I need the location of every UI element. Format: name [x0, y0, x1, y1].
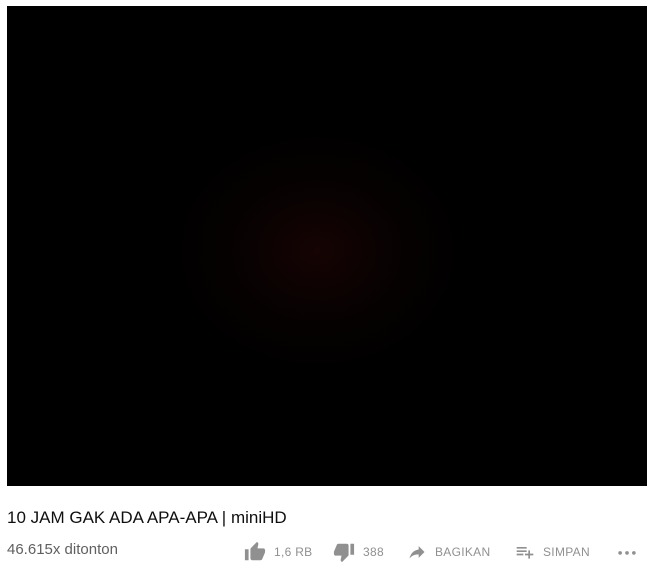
video-title: 10 JAM GAK ADA APA-APA | miniHD [7, 508, 287, 527]
thumb-down-icon [333, 541, 355, 563]
view-count: 46.615x ditonton [7, 541, 118, 558]
dislike-count: 388 [363, 545, 384, 559]
video-frame-content [167, 126, 467, 376]
like-count: 1,6 RB [274, 545, 313, 559]
share-button[interactable]: BAGIKAN [407, 540, 490, 564]
like-button[interactable]: 1,6 RB [244, 540, 313, 564]
playlist-add-icon [515, 542, 535, 562]
share-label: BAGIKAN [435, 545, 491, 559]
video-info-bar: 46.615x ditonton 1,6 RB 388 BAGIKAN SIMP… [7, 540, 647, 564]
dislike-button[interactable]: 388 [333, 540, 384, 564]
share-arrow-icon [407, 542, 427, 562]
thumb-up-icon [244, 541, 266, 563]
more-horizontal-icon [616, 541, 638, 563]
video-player[interactable] [7, 6, 647, 486]
save-label: SIMPAN [543, 545, 590, 559]
more-actions-button[interactable] [616, 540, 638, 564]
save-button[interactable]: SIMPAN [515, 540, 590, 564]
video-watch-page: 10 JAM GAK ADA APA-APA | miniHD 46.615x … [0, 0, 653, 571]
